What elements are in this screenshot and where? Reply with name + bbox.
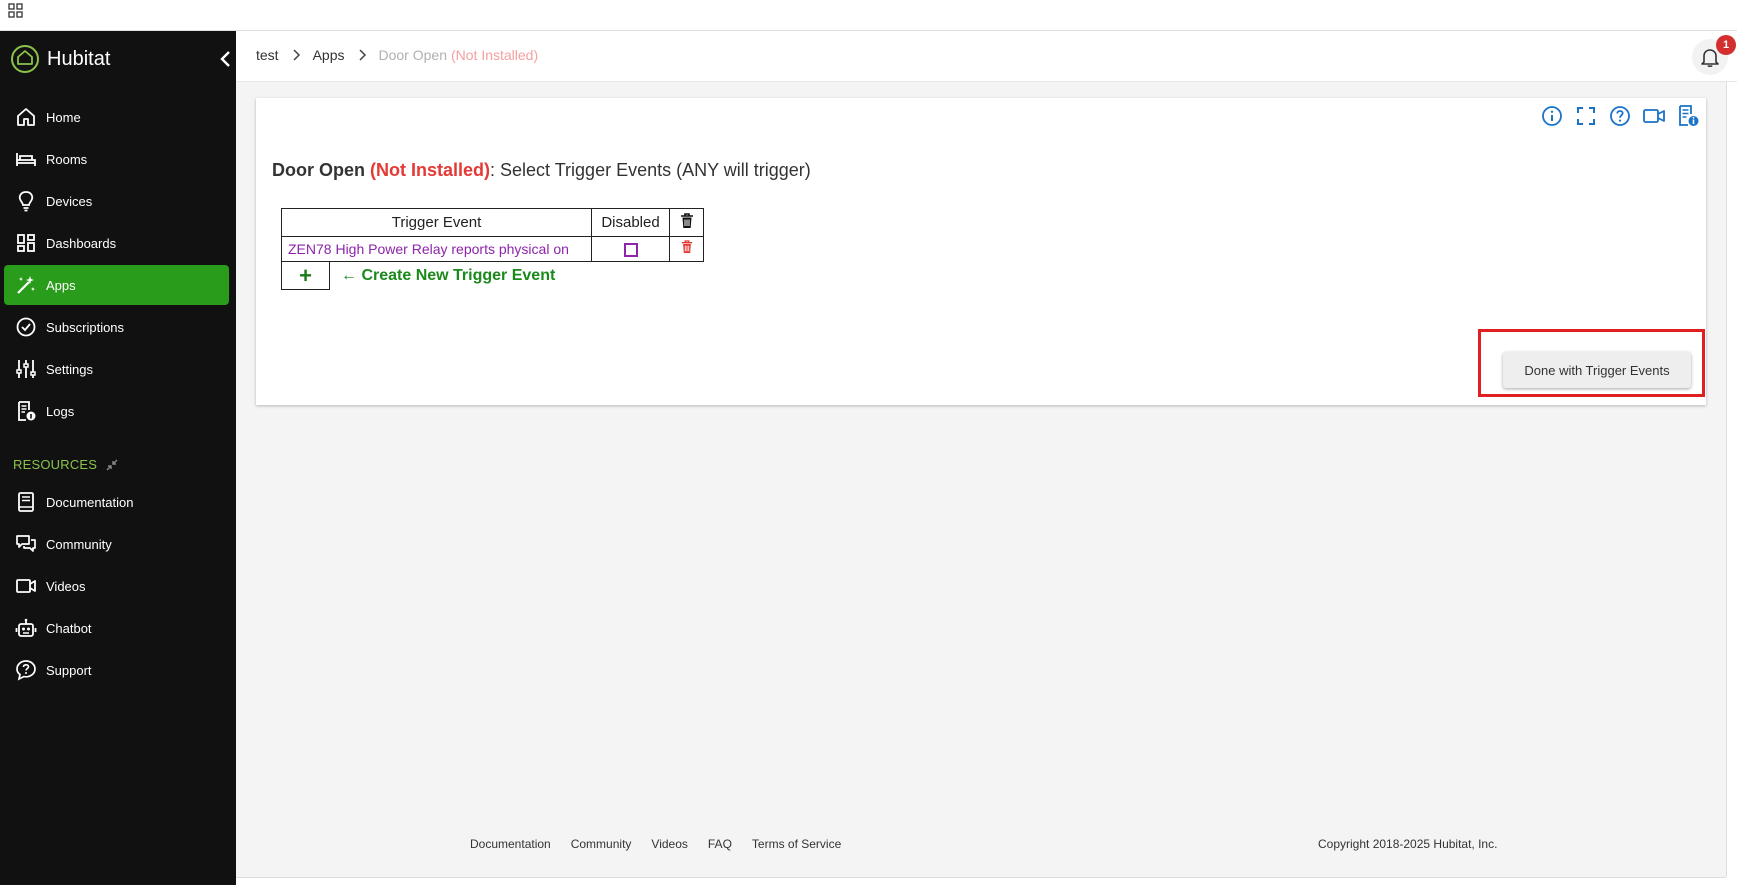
footer-links: Documentation Community Videos FAQ Terms…: [470, 837, 841, 851]
footer-link-terms[interactable]: Terms of Service: [752, 837, 841, 851]
lightbulb-icon: [14, 189, 38, 213]
collapse-arrows-icon[interactable]: [105, 458, 119, 472]
sidebar-item-label: Chatbot: [46, 620, 92, 636]
done-with-trigger-events-button[interactable]: Done with Trigger Events: [1503, 352, 1691, 388]
sidebar-item-home[interactable]: Home: [4, 97, 229, 137]
sidebar-item-label: Support: [46, 662, 92, 678]
resources-label: RESOURCES: [13, 457, 98, 472]
add-trigger-button[interactable]: +: [281, 261, 330, 290]
chat-icon: [14, 532, 38, 556]
breadcrumb-current-status: (Not Installed): [450, 47, 539, 63]
dashboard-icon: [14, 231, 38, 255]
sidebar-item-label: Community: [46, 536, 112, 552]
copyright: Copyright 2018-2025 Hubitat, Inc.: [1318, 837, 1498, 851]
vertical-scrollbar[interactable]: [1726, 82, 1737, 877]
magic-wand-icon: [14, 273, 38, 297]
resources-header[interactable]: RESOURCES: [13, 457, 119, 472]
sidebar: Hubitat Home Rooms Devices Dashboards Ap…: [0, 31, 236, 885]
disabled-cell: [591, 236, 670, 262]
trash-icon: [680, 212, 693, 228]
breadcrumb-current: Door Open: [378, 47, 447, 63]
sidebar-item-settings[interactable]: Settings: [4, 349, 229, 389]
app-logs-icon[interactable]: [1676, 104, 1700, 128]
sidebar-item-documentation[interactable]: Documentation: [4, 482, 229, 522]
robot-icon: [14, 616, 38, 640]
sidebar-item-videos[interactable]: Videos: [4, 566, 229, 606]
chevron-right-icon: [358, 49, 366, 61]
sidebar-item-label: Logs: [46, 403, 75, 419]
footer-link-faq[interactable]: FAQ: [708, 837, 732, 851]
sidebar-item-label: Home: [46, 109, 81, 125]
sidebar-item-dashboards[interactable]: Dashboards: [4, 223, 229, 263]
help-icon[interactable]: [1608, 104, 1632, 128]
sidebar-item-rooms[interactable]: Rooms: [4, 139, 229, 179]
fullscreen-icon[interactable]: [1574, 104, 1598, 128]
hubitat-logo-icon: [11, 45, 39, 73]
brand-name: Hubitat: [47, 47, 111, 70]
sidebar-item-label: Videos: [46, 578, 86, 594]
help-bubble-icon: [14, 658, 38, 682]
sidebar-item-label: Rooms: [46, 151, 88, 167]
create-trigger-row: + ← Create New Trigger Event: [281, 261, 555, 290]
video-tutorial-icon[interactable]: [1642, 104, 1666, 128]
sidebar-item-subscriptions[interactable]: Subscriptions: [4, 307, 229, 347]
brand[interactable]: Hubitat: [10, 43, 110, 75]
heading-install-status: (Not Installed): [370, 160, 491, 180]
sidebar-item-apps[interactable]: Apps: [4, 265, 229, 305]
breadcrumb: test Apps Door Open (Not Installed): [256, 47, 538, 63]
footer-link-community[interactable]: Community: [571, 837, 632, 851]
footer-link-documentation[interactable]: Documentation: [470, 837, 551, 851]
table-header-row: Trigger Event Disabled: [281, 208, 704, 237]
table-row: ZEN78 High Power Relay reports physical …: [281, 236, 704, 262]
sidebar-item-label: Devices: [46, 193, 93, 209]
delete-trash-icon[interactable]: [681, 240, 693, 254]
chevron-left-icon: [220, 51, 230, 67]
column-header-delete[interactable]: [669, 208, 704, 237]
sidebar-item-label: Subscriptions: [46, 319, 125, 335]
info-icon[interactable]: [1540, 104, 1564, 128]
heading-suffix: : Select Trigger Events (ANY will trigge…: [490, 160, 811, 180]
main-content: Door Open (Not Installed): Select Trigge…: [236, 82, 1726, 877]
top-strip: [0, 0, 1737, 31]
grid-icon[interactable]: [8, 3, 24, 19]
sliders-icon: [14, 357, 38, 381]
sidebar-item-support[interactable]: Support: [4, 650, 229, 690]
sidebar-item-chatbot[interactable]: Chatbot: [4, 608, 229, 648]
sidebar-item-logs[interactable]: Logs: [4, 391, 229, 431]
sidebar-item-label: Dashboards: [46, 235, 117, 251]
collapse-sidebar-button[interactable]: [214, 45, 236, 73]
log-icon: [14, 399, 38, 423]
sidebar-item-label: Apps: [46, 277, 76, 293]
footer-link-videos[interactable]: Videos: [651, 837, 687, 851]
sidebar-item-label: Documentation: [46, 494, 134, 510]
sidebar-item-label: Settings: [46, 361, 93, 377]
sidebar-item-community[interactable]: Community: [4, 524, 229, 564]
header: test Apps Door Open (Not Installed) 1: [236, 31, 1737, 82]
breadcrumb-item-test[interactable]: test: [256, 47, 279, 63]
sidebar-item-devices[interactable]: Devices: [4, 181, 229, 221]
notification-count-badge: 1: [1716, 35, 1736, 55]
breadcrumb-item-apps[interactable]: Apps: [313, 47, 345, 63]
heading-app-name: Door Open: [272, 160, 365, 180]
book-icon: [14, 490, 38, 514]
horizontal-scrollbar[interactable]: [236, 877, 1726, 885]
card-toolbar: [1540, 104, 1700, 128]
trigger-event-link[interactable]: ZEN78 High Power Relay reports physical …: [281, 236, 592, 262]
video-icon: [14, 574, 38, 598]
chevron-right-icon: [293, 49, 300, 61]
home-icon: [14, 105, 38, 129]
check-circle-icon: [14, 315, 38, 339]
page-heading: Door Open (Not Installed): Select Trigge…: [272, 160, 811, 181]
column-header-trigger-event: Trigger Event: [281, 208, 592, 237]
column-header-disabled: Disabled: [591, 208, 670, 237]
create-new-trigger-link[interactable]: ← Create New Trigger Event: [341, 267, 555, 285]
delete-cell: [669, 236, 704, 262]
trigger-events-table: Trigger Event Disabled ZEN78 High Power …: [281, 208, 704, 262]
disabled-checkbox[interactable]: [623, 242, 638, 257]
bed-icon: [14, 147, 38, 171]
